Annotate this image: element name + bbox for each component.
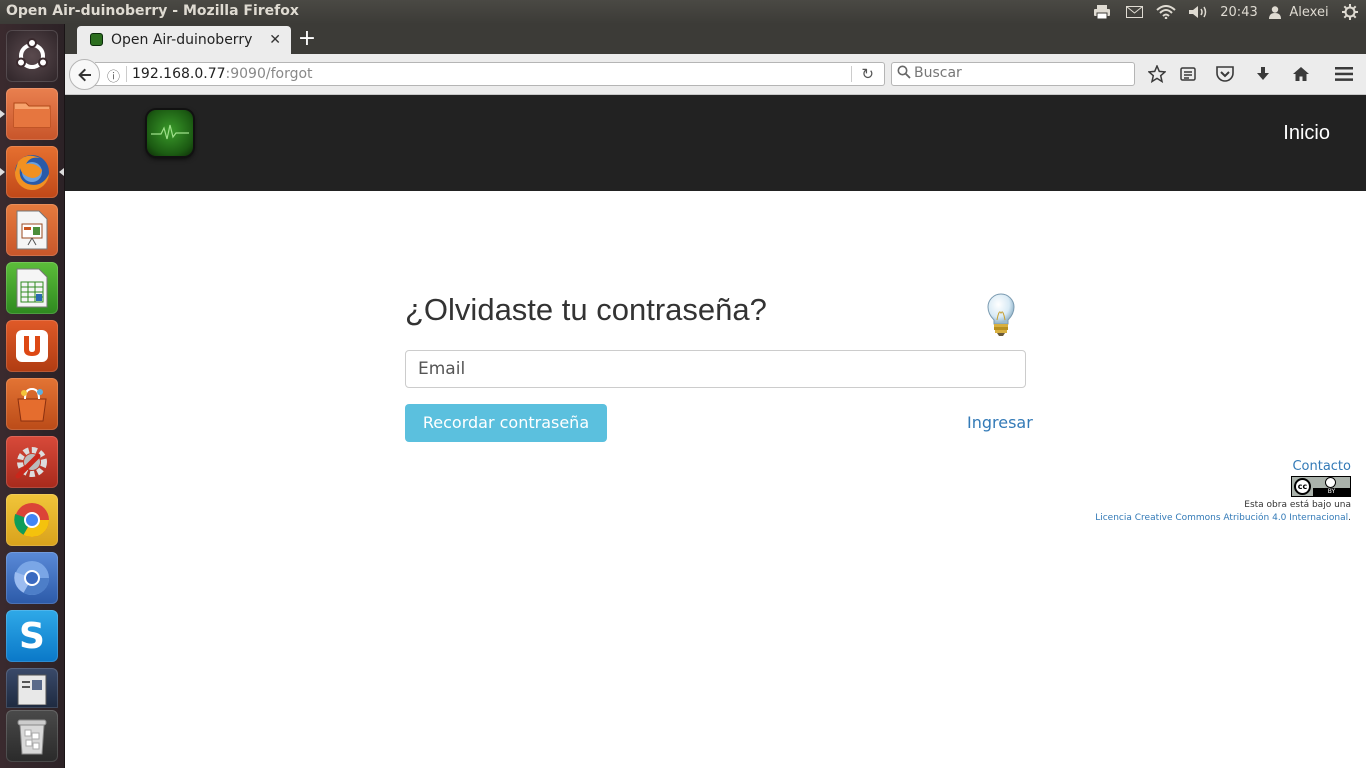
trash-icon[interactable]: [6, 710, 58, 762]
menu-hamburger-icon[interactable]: [1333, 63, 1355, 85]
power-gear-icon[interactable]: [1340, 3, 1360, 21]
pocket-icon[interactable]: [1214, 63, 1236, 85]
heartbeat-monitor-logo-icon[interactable]: [147, 110, 193, 156]
mail-icon[interactable]: [1124, 3, 1144, 21]
tab-label: Open Air-duinoberry: [111, 32, 253, 48]
firefox-icon[interactable]: [6, 146, 58, 198]
active-indicator: [59, 168, 64, 176]
libreoffice-impress-icon[interactable]: [6, 204, 58, 256]
license-link[interactable]: Licencia Creative Commons Atribución 4.0…: [1095, 513, 1348, 523]
libreoffice-calc-icon[interactable]: [6, 262, 58, 314]
cc-logo-icon: cc: [1294, 478, 1311, 495]
reading-list-icon[interactable]: [1177, 63, 1199, 85]
attribution-person-icon: [1325, 477, 1336, 488]
download-icon[interactable]: [1252, 63, 1274, 85]
new-tab-plus-icon[interactable]: +: [297, 26, 317, 52]
bookmark-star-icon[interactable]: [1146, 63, 1168, 85]
user-name[interactable]: Alexei: [1286, 3, 1332, 21]
window-title: Open Air-duinoberry - Mozilla Firefox: [6, 3, 299, 19]
lightbulb-icon: [985, 293, 1017, 341]
url-path: :9090/forgot: [225, 66, 313, 82]
ubuntu-one-icon[interactable]: [6, 320, 58, 372]
skype-icon[interactable]: S: [6, 610, 58, 662]
firefox-window: Open Air-duinoberry ✕ + ⓘ 192.168.0.77:9…: [65, 24, 1366, 768]
contact-link[interactable]: Contacto: [1292, 459, 1351, 474]
divider: [851, 66, 852, 82]
nav-link-inicio[interactable]: Inicio: [1283, 122, 1330, 145]
url-bar[interactable]: ⓘ 192.168.0.77:9090/forgot ↻: [95, 62, 885, 86]
reload-icon[interactable]: ↻: [861, 65, 874, 83]
email-field[interactable]: [405, 350, 1026, 388]
divider: [126, 66, 127, 82]
unity-launcher: S: [0, 24, 65, 768]
login-link[interactable]: Ingresar: [967, 413, 1033, 432]
search-input[interactable]: [914, 65, 1124, 81]
system-settings-icon[interactable]: [6, 436, 58, 488]
home-icon[interactable]: [1290, 63, 1312, 85]
site-navbar: Inicio: [65, 95, 1366, 191]
ubuntu-dash-icon[interactable]: [6, 30, 58, 82]
clock[interactable]: 20:43: [1219, 3, 1259, 21]
search-icon: [897, 65, 911, 83]
tab-open-air-duinoberry[interactable]: Open Air-duinoberry ✕: [77, 26, 291, 54]
navigation-toolbar: ⓘ 192.168.0.77:9090/forgot ↻: [65, 54, 1366, 95]
license-period: .: [1348, 513, 1351, 523]
close-tab-icon[interactable]: ✕: [269, 31, 281, 48]
printer-icon[interactable]: [1092, 3, 1112, 21]
back-button[interactable]: [69, 59, 100, 90]
page-title: ¿Olvidaste tu contraseña?: [405, 292, 767, 327]
cc-by-label: BY: [1313, 488, 1350, 496]
license-line: Licencia Creative Commons Atribución 4.0…: [1095, 513, 1351, 523]
system-top-panel: Open Air-duinoberry - Mozilla Firefox 20…: [0, 0, 1366, 24]
back-arrow-icon: [77, 68, 91, 81]
remind-password-button[interactable]: Recordar contraseña: [405, 404, 607, 442]
document-viewer-icon[interactable]: [6, 668, 58, 708]
page-viewport: Inicio ¿Olvidaste tu contraseña? Recorda…: [65, 95, 1366, 768]
url-host: 192.168.0.77: [132, 66, 226, 82]
google-chrome-icon[interactable]: [6, 494, 58, 546]
site-info-icon[interactable]: ⓘ: [107, 66, 120, 85]
url-text[interactable]: 192.168.0.77:9090/forgot: [132, 66, 313, 82]
chromium-icon[interactable]: [6, 552, 58, 604]
tab-strip: Open Air-duinoberry ✕ +: [65, 24, 1366, 54]
search-box[interactable]: [891, 62, 1135, 86]
creative-commons-badge[interactable]: cc BY: [1291, 476, 1351, 497]
files-icon[interactable]: [6, 88, 58, 140]
license-text: Esta obra está bajo una: [1244, 500, 1351, 510]
running-indicator: [0, 168, 5, 176]
wifi-icon[interactable]: [1155, 3, 1177, 21]
running-indicator: [0, 110, 5, 118]
user-icon[interactable]: [1268, 3, 1282, 21]
volume-icon[interactable]: [1187, 3, 1209, 21]
software-center-icon[interactable]: [6, 378, 58, 430]
favicon-icon: [90, 33, 103, 46]
